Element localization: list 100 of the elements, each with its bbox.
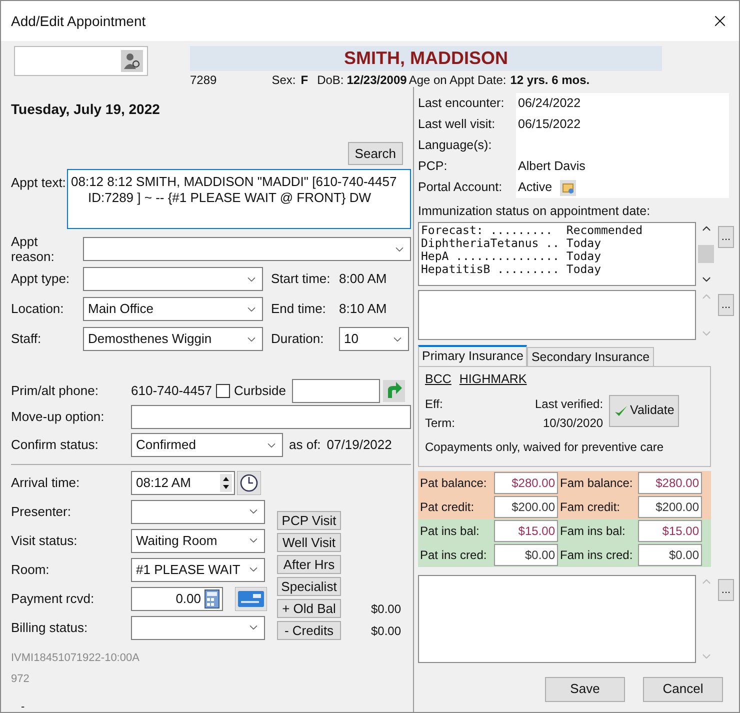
field-label: Location:: [11, 300, 65, 318]
dropdown[interactable]: [131, 616, 265, 640]
sex-value: F: [300, 72, 308, 89]
dropdown[interactable]: 10: [339, 327, 409, 351]
visit-button[interactable]: - Credits: [277, 621, 341, 640]
balance-value: $0.00: [494, 544, 558, 566]
spinner-icon[interactable]: [220, 474, 232, 492]
balance-label: Fam ins cred:: [559, 546, 634, 564]
calculator-icon[interactable]: [204, 588, 220, 608]
portal-icon[interactable]: [560, 180, 576, 196]
balance-label: Pat ins bal:: [419, 522, 480, 540]
dialog-button[interactable]: Save: [545, 676, 625, 702]
immunization-line: HepA ............... Today: [421, 250, 602, 263]
patient-search-field[interactable]: [14, 46, 148, 76]
balance-value: $15.00: [638, 520, 702, 542]
immunization-line: HepatitisB ......... Today: [421, 262, 602, 276]
more-button[interactable]: ...: [718, 294, 734, 316]
code-text: 972: [11, 672, 30, 686]
visit-button[interactable]: PCP Visit: [277, 511, 341, 530]
clock-icon[interactable]: [237, 471, 261, 495]
code-text: IVMI18451071922-10:00A: [11, 651, 140, 666]
balance-label: Pat credit:: [419, 498, 476, 516]
more-button[interactable]: ...: [718, 579, 734, 601]
field-label: Prim/alt phone:: [11, 382, 100, 400]
field-label: Staff:: [11, 330, 42, 348]
visit-button[interactable]: + Old Bal: [277, 599, 341, 618]
dropdown[interactable]: [83, 237, 411, 261]
summary-label: Last well visit:: [418, 116, 496, 134]
time-field[interactable]: 08:12 AM: [131, 471, 235, 495]
field-label: Move-up option:: [11, 408, 106, 426]
balance-value: $15.00: [494, 520, 558, 542]
summary-value: Active: [518, 179, 552, 196]
carrier-link[interactable]: HIGHMARK: [459, 370, 527, 388]
scrollbar-thumb[interactable]: [698, 244, 714, 263]
person-search-icon[interactable]: [121, 50, 143, 72]
amount-value: $0.00: [371, 622, 402, 640]
patient-name-banner: SMITH, MADDISON: [190, 46, 662, 71]
dropdown[interactable]: #1 PLEASE WAIT: [131, 558, 265, 582]
dropdown[interactable]: Waiting Room: [131, 528, 265, 552]
field-label: Billing status:: [11, 618, 89, 637]
field-label: Visit status:: [11, 532, 78, 550]
confirm-date: 07/19/2022: [326, 436, 392, 454]
dropdown[interactable]: Confirmed: [131, 433, 283, 457]
field-label: Start time:: [271, 270, 332, 288]
appt-text-field[interactable]: 08:12 8:12 SMITH, MADDISON "MADDI" [610-740-4457 ID:7289 ] ~ -- {#1 PLEASE WAIT @ FRONT} DW: [67, 169, 411, 229]
balance-value: $200.00: [638, 496, 702, 518]
dropdown[interactable]: Main Office: [83, 297, 263, 321]
time-value: 8:10 AM: [339, 300, 387, 318]
balance-value: $280.00: [638, 472, 702, 494]
field-label: Room:: [11, 560, 50, 579]
insurance-tab[interactable]: Secondary Insurance: [527, 346, 654, 366]
balance-label: Pat balance:: [419, 474, 488, 492]
summary-value: Albert Davis: [518, 158, 586, 176]
balance-label: Fam ins bal:: [559, 522, 626, 540]
field-label: Duration:: [271, 330, 325, 348]
amount-value: $0.00: [371, 600, 402, 618]
balance-value: $280.00: [494, 472, 558, 494]
immunization-list[interactable]: Forecast: ......... Recommended DiphtheriaTetanus .. Today HepA ............... Today HepatitisB ......... Today: [418, 222, 696, 286]
patient-id: 7289: [190, 72, 217, 89]
dialog-button[interactable]: Cancel: [643, 676, 723, 702]
verified-date: 10/30/2020: [542, 414, 604, 432]
validate-button[interactable]: Validate: [609, 394, 680, 426]
balance-label: Pat ins cred:: [419, 546, 488, 564]
immunization-label: Immunization status on appointment date:: [418, 203, 652, 220]
time-value: 8:00 AM: [339, 270, 387, 288]
visit-button[interactable]: After Hrs: [277, 555, 341, 574]
amount-field[interactable]: 0.00: [131, 586, 223, 610]
carrier-link[interactable]: BCC: [425, 370, 452, 388]
field-label: Confirm status:: [11, 436, 100, 454]
summary-value: 06/15/2022: [518, 116, 581, 134]
credit-card-icon[interactable]: [235, 586, 267, 610]
comments-field[interactable]: [418, 574, 696, 662]
field-label: Payment rcvd:: [11, 590, 96, 608]
search-button[interactable]: Search: [348, 142, 403, 165]
input-field[interactable]: [292, 379, 380, 403]
more-button[interactable]: ...: [718, 226, 734, 248]
balance-value: $0.00: [638, 544, 702, 566]
input-field[interactable]: [131, 405, 411, 429]
dropdown[interactable]: Demosthenes Wiggin: [83, 327, 263, 351]
age-label: Age on Appt Date:: [408, 72, 506, 89]
sex-label: Sex:: [272, 72, 296, 89]
balance-value: $200.00: [494, 496, 558, 518]
dropdown[interactable]: [83, 267, 263, 291]
field-label: Appt type:: [11, 270, 71, 288]
summary-value: 06/24/2022: [518, 95, 581, 112]
verified-label: Last verified:: [535, 396, 604, 412]
visit-button[interactable]: Well Visit: [277, 533, 341, 552]
dropdown[interactable]: [131, 500, 265, 524]
checkmark-icon: [614, 404, 628, 418]
insurance-tab[interactable]: Primary Insurance: [418, 344, 528, 366]
curbside-checkbox[interactable]: [216, 384, 230, 398]
notes-field[interactable]: [418, 290, 696, 340]
visit-button[interactable]: Specialist: [277, 577, 341, 596]
summary-label: Last encounter:: [418, 95, 506, 112]
phone-value: 610-740-4457: [131, 382, 212, 400]
appointment-date: Tuesday, July 19, 2022: [11, 100, 161, 119]
field-label: Presenter:: [11, 502, 72, 521]
field-label: Appt text:: [11, 174, 67, 192]
summary-label: Portal Account:: [418, 179, 504, 196]
eff-label: Eff:: [425, 396, 444, 412]
